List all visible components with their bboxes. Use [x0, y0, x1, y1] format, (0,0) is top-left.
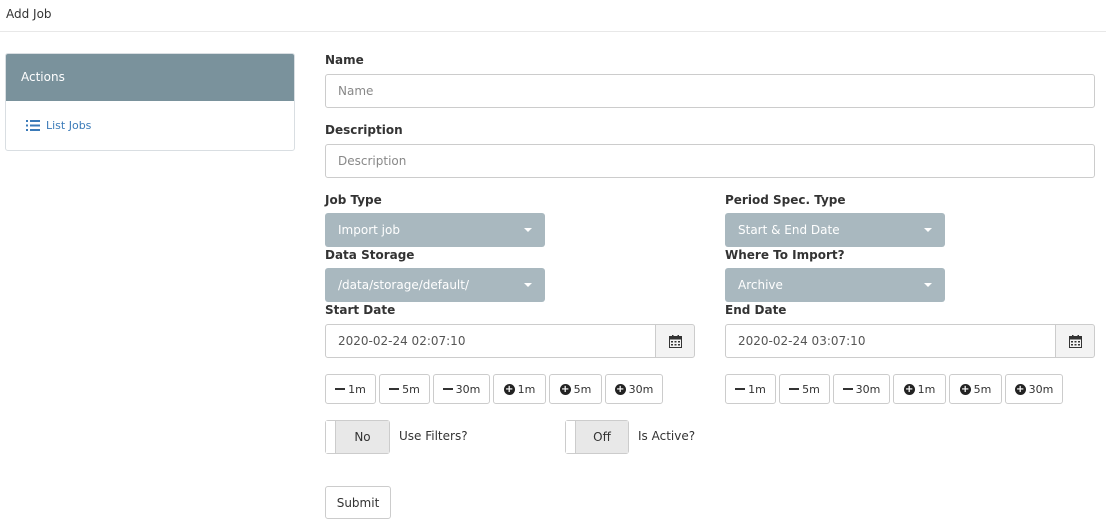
end-date-group: 2020-02-24 03:07:10 — [725, 324, 1095, 358]
start-minus-1m-button[interactable]: 1m — [325, 374, 376, 404]
job-type-select[interactable]: Import job — [325, 213, 545, 247]
calendar-icon — [1068, 334, 1082, 348]
end-plus-1m-label: 1m — [917, 382, 936, 396]
start-minus-1m-label: 1m — [348, 382, 366, 396]
start-plus-5m-button[interactable]: +5m — [549, 374, 602, 404]
data-storage-value: /data/storage/default/ — [338, 278, 470, 292]
start-date-label: Start Date — [325, 303, 396, 317]
period-spec-type-select[interactable]: Start & End Date — [725, 213, 945, 247]
plus-circle-icon: + — [1014, 383, 1026, 395]
plus-circle-icon: + — [903, 383, 915, 395]
is-active-state: Off — [576, 421, 628, 453]
plus-circle-icon: + — [959, 383, 971, 395]
start-plus-30m-label: 30m — [628, 382, 654, 396]
start-minus-5m-label: 5m — [402, 382, 420, 396]
end-minus-5m-button[interactable]: 5m — [779, 374, 830, 404]
where-to-import-select[interactable]: Archive — [725, 268, 945, 302]
caret-down-icon — [924, 228, 932, 232]
start-plus-1m-button[interactable]: +1m — [493, 374, 546, 404]
start-minus-30m-label: 30m — [455, 382, 481, 396]
job-type-value: Import job — [338, 223, 400, 237]
end-plus-1m-button[interactable]: +1m — [893, 374, 946, 404]
data-storage-label: Data Storage — [325, 248, 415, 262]
end-plus-30m-button[interactable]: +30m — [1005, 374, 1063, 404]
start-minus-5m-button[interactable]: 5m — [379, 374, 430, 404]
end-plus-5m-button[interactable]: +5m — [949, 374, 1002, 404]
is-active-toggle[interactable]: Off — [565, 420, 629, 454]
toggle-handle — [326, 421, 336, 453]
plus-circle-icon: + — [503, 383, 515, 395]
end-plus-30m-label: 30m — [1028, 382, 1054, 396]
header-divider — [0, 31, 1106, 32]
end-minus-1m-label: 1m — [748, 382, 766, 396]
list-icon — [26, 120, 40, 131]
end-minus-1m-button[interactable]: 1m — [725, 374, 776, 404]
where-to-import-label: Where To Import? — [725, 248, 845, 262]
actions-panel: Actions List Jobs — [5, 53, 295, 151]
period-spec-type-value: Start & End Date — [738, 223, 840, 237]
caret-down-icon — [924, 283, 932, 287]
caret-down-icon — [524, 283, 532, 287]
end-date-label: End Date — [725, 303, 787, 317]
use-filters-state: No — [336, 421, 389, 453]
plus-circle-icon: + — [559, 383, 571, 395]
name-input[interactable] — [325, 74, 1095, 108]
where-to-import-value: Archive — [738, 278, 783, 292]
data-storage-select[interactable]: /data/storage/default/ — [325, 268, 545, 302]
list-jobs-link[interactable]: List Jobs — [26, 119, 91, 132]
description-label: Description — [325, 123, 403, 137]
end-minus-30m-button[interactable]: 30m — [833, 374, 890, 404]
use-filters-label: Use Filters? — [399, 429, 468, 443]
description-input[interactable] — [325, 144, 1095, 178]
start-plus-30m-button[interactable]: +30m — [605, 374, 663, 404]
page-title: Add Job — [6, 7, 52, 21]
actions-panel-header: Actions — [6, 54, 294, 101]
minus-icon — [842, 388, 853, 390]
end-date-input[interactable]: 2020-02-24 03:07:10 — [725, 324, 1056, 358]
start-date-step-buttons: 1m 5m 30m +1m +5m +30m — [325, 374, 665, 404]
period-spec-type-label: Period Spec. Type — [725, 193, 846, 207]
end-minus-30m-label: 30m — [855, 382, 881, 396]
start-date-calendar-button[interactable] — [655, 324, 695, 358]
minus-icon — [442, 388, 453, 390]
caret-down-icon — [524, 228, 532, 232]
start-minus-30m-button[interactable]: 30m — [433, 374, 490, 404]
minus-icon — [735, 388, 746, 390]
end-date-step-buttons: 1m 5m 30m +1m +5m +30m — [725, 374, 1065, 404]
start-date-group: 2020-02-24 02:07:10 — [325, 324, 695, 358]
submit-button[interactable]: Submit — [325, 486, 391, 519]
minus-icon — [335, 388, 346, 390]
name-label: Name — [325, 53, 364, 67]
minus-icon — [789, 388, 800, 390]
minus-icon — [389, 388, 400, 390]
list-jobs-label: List Jobs — [46, 119, 92, 132]
end-plus-5m-label: 5m — [973, 382, 992, 396]
toggle-handle — [566, 421, 576, 453]
job-type-label: Job Type — [325, 193, 382, 207]
start-date-input[interactable]: 2020-02-24 02:07:10 — [325, 324, 656, 358]
end-minus-5m-label: 5m — [802, 382, 820, 396]
end-date-calendar-button[interactable] — [1055, 324, 1095, 358]
start-plus-1m-label: 1m — [517, 382, 536, 396]
plus-circle-icon: + — [614, 383, 626, 395]
use-filters-toggle[interactable]: No — [325, 420, 390, 454]
start-plus-5m-label: 5m — [573, 382, 592, 396]
calendar-icon — [668, 334, 682, 348]
is-active-label: Is Active? — [638, 429, 696, 443]
